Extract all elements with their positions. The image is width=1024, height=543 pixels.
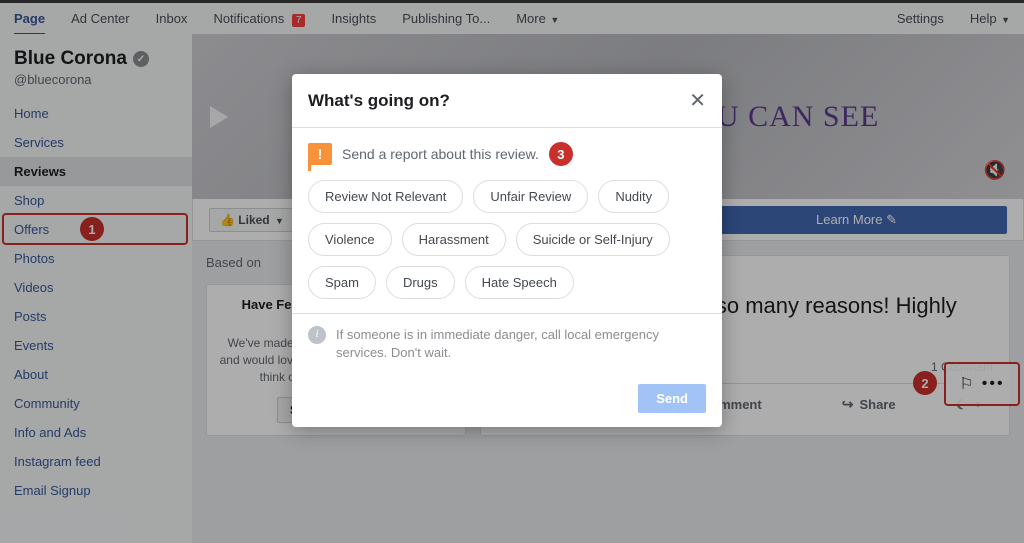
chip-hate-speech[interactable]: Hate Speech	[465, 266, 574, 299]
chip-nudity[interactable]: Nudity	[598, 180, 669, 213]
report-review-modal: What's going on? ✕ ! Send a report about…	[292, 74, 722, 427]
callout-3-badge: 3	[549, 142, 573, 166]
report-description: Send a report about this review.	[342, 146, 539, 162]
send-button[interactable]: Send	[638, 384, 706, 413]
report-flag-icon: !	[308, 143, 332, 165]
modal-title: What's going on?	[308, 91, 689, 111]
chip-unfair[interactable]: Unfair Review	[473, 180, 588, 213]
chip-spam[interactable]: Spam	[308, 266, 376, 299]
close-icon[interactable]: ✕	[689, 88, 706, 113]
chip-not-relevant[interactable]: Review Not Relevant	[308, 180, 463, 213]
info-icon: i	[308, 326, 326, 344]
chip-violence[interactable]: Violence	[308, 223, 392, 256]
emergency-warning: If someone is in immediate danger, call …	[336, 326, 706, 362]
chip-drugs[interactable]: Drugs	[386, 266, 455, 299]
report-reason-chips: Review Not Relevant Unfair Review Nudity…	[308, 180, 706, 299]
chip-harassment[interactable]: Harassment	[402, 223, 506, 256]
chip-suicide[interactable]: Suicide or Self-Injury	[516, 223, 670, 256]
